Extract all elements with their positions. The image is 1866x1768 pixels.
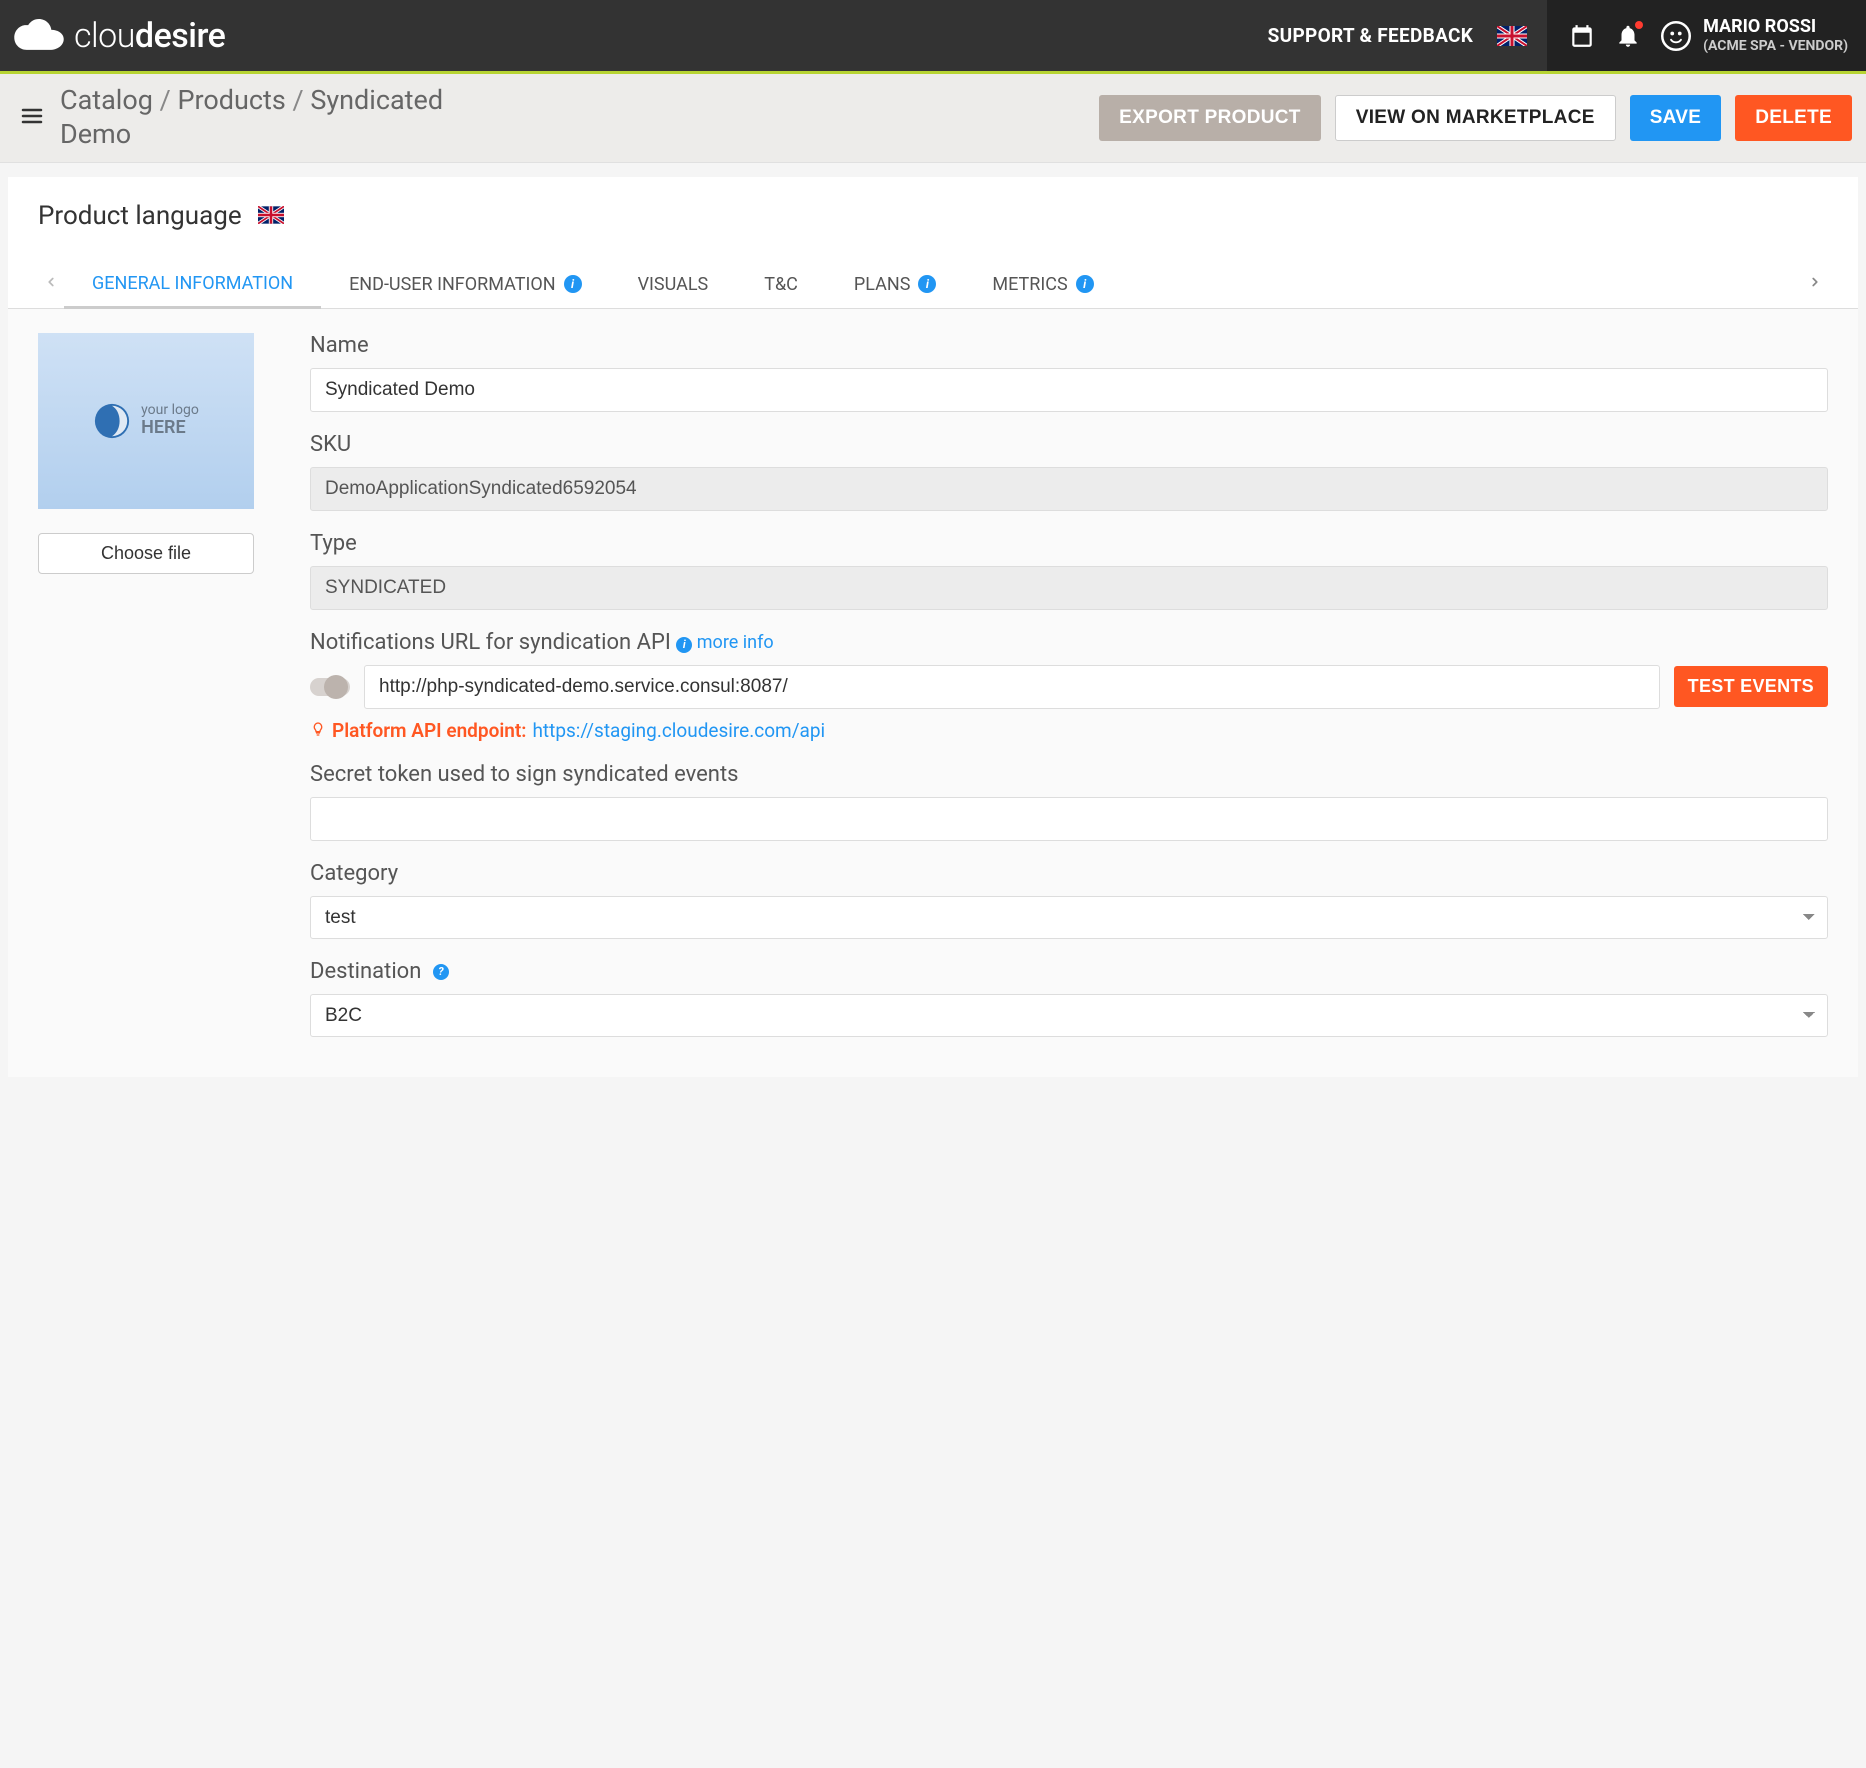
platform-api-endpoint-url[interactable]: https://staging.cloudesire.com/api bbox=[532, 719, 825, 742]
logo-placeholder-line2: HERE bbox=[141, 418, 199, 438]
product-panel: Product language GENERAL INFORMATION END… bbox=[8, 177, 1858, 1077]
lightbulb-icon bbox=[310, 719, 326, 742]
info-icon[interactable]: ? bbox=[433, 964, 449, 980]
uk-flag-icon[interactable] bbox=[1497, 26, 1527, 46]
tab-visuals[interactable]: VISUALS bbox=[610, 260, 737, 307]
type-input bbox=[310, 566, 1828, 610]
breadcrumb-seg-products[interactable]: Products bbox=[177, 84, 285, 116]
tab-metrics[interactable]: METRICS i bbox=[964, 260, 1121, 307]
user-name: MARIO ROSSI bbox=[1703, 17, 1848, 38]
brand-text: cloudesire bbox=[74, 16, 225, 56]
tab-plans[interactable]: PLANS i bbox=[826, 260, 965, 307]
user-menu[interactable]: MARIO ROSSI (ACME SPA - VENDOR) bbox=[1661, 17, 1848, 54]
choose-file-button[interactable]: Choose file bbox=[38, 533, 254, 574]
tabs: GENERAL INFORMATION END-USER INFORMATION… bbox=[8, 259, 1858, 309]
sku-input bbox=[310, 467, 1828, 511]
logo-placeholder-line1: your logo bbox=[141, 403, 199, 418]
hamburger-icon[interactable] bbox=[18, 104, 46, 132]
brand-prefix: clou bbox=[74, 16, 135, 56]
secret-token-label: Secret token used to sign syndicated eve… bbox=[310, 762, 1828, 787]
cloud-logo-icon bbox=[14, 19, 64, 53]
type-label: Type bbox=[310, 531, 1828, 556]
avatar-icon bbox=[1661, 21, 1691, 51]
info-icon: i bbox=[918, 275, 936, 293]
notifications-url-label: Notifications URL for syndication API i … bbox=[310, 630, 1828, 655]
product-logo-placeholder[interactable]: your logo HERE bbox=[38, 333, 254, 509]
placeholder-orb-icon bbox=[93, 402, 131, 440]
destination-label-text: Destination bbox=[310, 959, 421, 984]
top-bar: cloudesire SUPPORT & FEEDBACK MARIO ROSS bbox=[0, 0, 1866, 71]
destination-label: Destination ? bbox=[310, 959, 1828, 984]
user-org: (ACME SPA - VENDOR) bbox=[1703, 38, 1848, 54]
info-icon: i bbox=[1076, 275, 1094, 293]
info-icon: i bbox=[564, 275, 582, 293]
tab-label: T&C bbox=[764, 274, 798, 295]
secret-token-input[interactable] bbox=[310, 797, 1828, 841]
sku-label: SKU bbox=[310, 432, 1828, 457]
test-events-button[interactable]: TEST EVENTS bbox=[1674, 666, 1828, 707]
tab-label: PLANS bbox=[854, 274, 911, 295]
tabs-scroll-left-icon[interactable] bbox=[38, 274, 64, 293]
category-label: Category bbox=[310, 861, 1828, 886]
export-product-button[interactable]: EXPORT PRODUCT bbox=[1099, 95, 1321, 141]
tab-label: GENERAL INFORMATION bbox=[92, 273, 293, 294]
notif-label-text: Notifications URL for syndication API bbox=[310, 630, 671, 655]
name-input[interactable] bbox=[310, 368, 1828, 412]
product-language-flag-icon[interactable] bbox=[258, 206, 288, 226]
tab-general-information[interactable]: GENERAL INFORMATION bbox=[64, 259, 321, 309]
more-info-link[interactable]: i more info bbox=[676, 632, 773, 653]
delete-button[interactable]: DELETE bbox=[1735, 95, 1852, 141]
tab-end-user-information[interactable]: END-USER INFORMATION i bbox=[321, 260, 610, 307]
name-label: Name bbox=[310, 333, 1828, 358]
bell-icon[interactable] bbox=[1615, 23, 1641, 49]
destination-select[interactable]: B2C bbox=[310, 994, 1828, 1037]
breadcrumb: Catalog / Products / Syndicated Demo bbox=[60, 84, 460, 152]
save-button[interactable]: SAVE bbox=[1630, 95, 1722, 141]
tabs-scroll-right-icon[interactable] bbox=[1802, 274, 1828, 293]
brand-suffix: desire bbox=[135, 16, 225, 56]
tab-label: END-USER INFORMATION bbox=[349, 274, 556, 295]
notifications-url-input[interactable] bbox=[364, 665, 1660, 709]
breadcrumb-seg-catalog[interactable]: Catalog bbox=[60, 84, 153, 116]
tab-label: VISUALS bbox=[638, 274, 709, 295]
support-feedback-link[interactable]: SUPPORT & FEEDBACK bbox=[1268, 24, 1473, 47]
info-icon: i bbox=[676, 637, 692, 653]
brand[interactable]: cloudesire bbox=[0, 0, 225, 71]
product-language-label: Product language bbox=[38, 201, 242, 231]
tab-label: METRICS bbox=[992, 274, 1067, 295]
platform-api-endpoint-label: Platform API endpoint: bbox=[332, 719, 526, 742]
view-on-marketplace-button[interactable]: VIEW ON MARKETPLACE bbox=[1335, 95, 1616, 141]
action-bar: Catalog / Products / Syndicated Demo EXP… bbox=[0, 74, 1866, 163]
notifications-toggle[interactable] bbox=[310, 678, 350, 696]
more-info-text: more info bbox=[697, 632, 774, 653]
tab-tc[interactable]: T&C bbox=[736, 260, 826, 307]
category-select[interactable]: test bbox=[310, 896, 1828, 939]
calendar-icon[interactable] bbox=[1569, 23, 1595, 49]
notification-dot bbox=[1635, 21, 1643, 29]
